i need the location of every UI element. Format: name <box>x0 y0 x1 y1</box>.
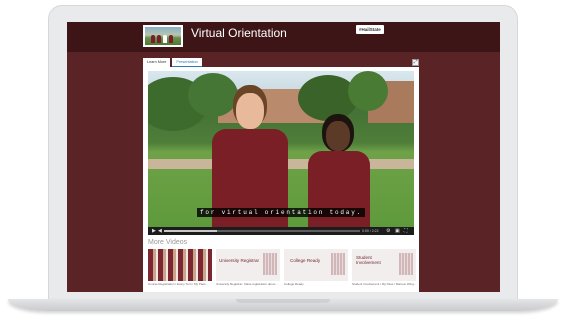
logo-mark <box>399 253 413 275</box>
expand-icon[interactable]: ⤢ <box>412 59 419 66</box>
thumbnail-image <box>145 27 181 45</box>
tab-learn-more[interactable]: Learn More <box>143 58 171 67</box>
more-videos-heading: More Videos <box>148 239 188 246</box>
video-title: Course Registration / Every Turn / My Pa… <box>148 282 209 286</box>
related-video-college-ready[interactable]: College Ready College Ready <box>284 249 348 287</box>
page-title: Virtual Orientation <box>191 26 287 40</box>
tab-bar: Learn More Presentation <box>143 58 204 67</box>
video-thumbnail: University Registrar <box>216 249 280 281</box>
volume-icon[interactable]: ◀ <box>158 228 162 234</box>
related-video-student-involvement[interactable]: Student Involvement Student Involvement … <box>352 249 416 287</box>
card-text: University Registrar <box>219 258 260 263</box>
video-title: University Registrar: Class registration… <box>216 282 278 286</box>
card-text: College Ready <box>290 258 321 263</box>
settings-icon[interactable]: ⚙ <box>386 228 390 234</box>
video-player[interactable]: for virtual orientation today. ▶ ◀ 0:00 … <box>148 71 414 235</box>
video-thumbnail: College Ready <box>284 249 348 281</box>
video-frame: for virtual orientation today. <box>148 71 414 227</box>
video-progress-fill <box>164 230 217 232</box>
laptop-notch <box>236 299 330 303</box>
hailstate-button[interactable]: #HailState <box>356 25 384 34</box>
watch-on-site-icon[interactable]: ▣ <box>395 228 400 234</box>
video-progress-bar[interactable] <box>164 230 360 232</box>
content-panel: for virtual orientation today. ▶ ◀ 0:00 … <box>143 67 419 292</box>
tree-shape <box>348 71 388 111</box>
card-text: Student Involvement <box>356 255 381 265</box>
video-thumbnail <box>148 249 212 281</box>
caption-text: for virtual orientation today. <box>196 208 366 217</box>
video-caption: for virtual orientation today. <box>148 201 414 219</box>
video-title: College Ready <box>284 282 304 286</box>
laptop-screen: Virtual Orientation #HailState Learn Mor… <box>67 22 500 292</box>
fullscreen-icon[interactable]: ⛶ <box>404 228 408 234</box>
tab-presentation[interactable]: Presentation <box>172 58 202 67</box>
related-video-course-registration[interactable]: Course Registration / Every Turn / My Pa… <box>148 249 212 287</box>
logo-mark <box>263 253 277 275</box>
orientation-thumbnail[interactable] <box>143 25 183 47</box>
video-time: 0:00 / 2:22 <box>362 229 379 233</box>
page-header: Virtual Orientation #HailState <box>67 22 500 52</box>
logo-mark <box>331 253 345 275</box>
video-thumbnail: Student Involvement <box>352 249 416 281</box>
video-title: Student Involvement / My Pass / Maroon W… <box>352 282 416 286</box>
play-icon[interactable]: ▶ <box>152 228 156 234</box>
video-controls: ▶ ◀ 0:00 / 2:22 ⚙ ▣ ⛶ <box>148 227 414 235</box>
related-video-university-registrar[interactable]: University Registrar University Registra… <box>216 249 280 287</box>
